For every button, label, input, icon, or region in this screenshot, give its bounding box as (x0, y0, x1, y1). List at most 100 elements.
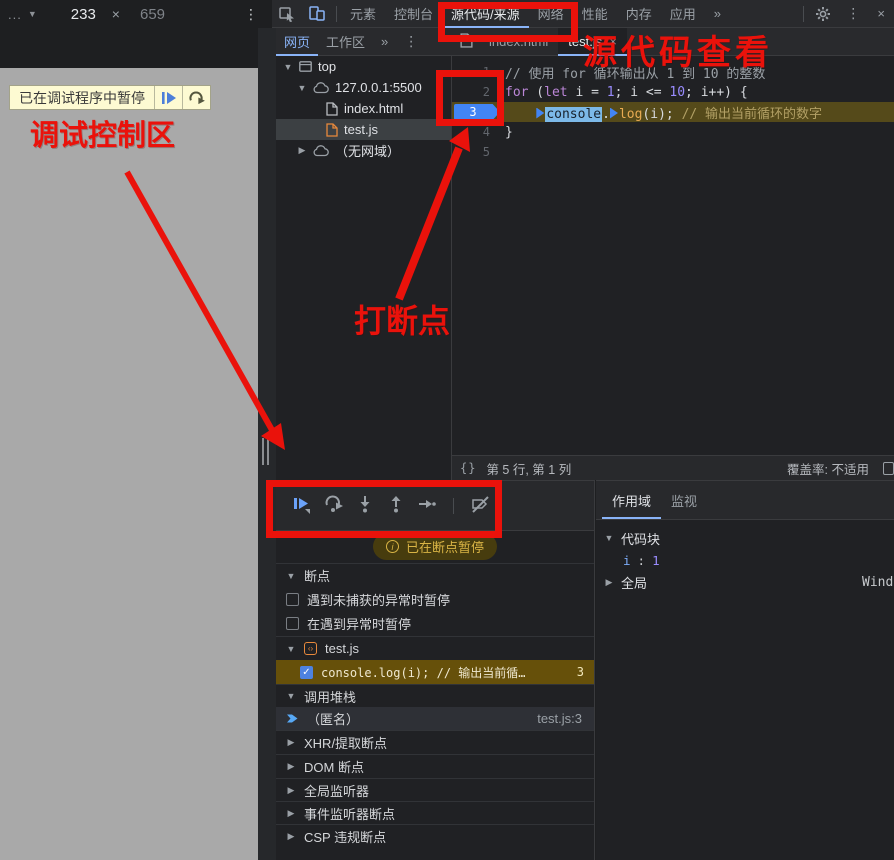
devtools-menu-icon[interactable]: ⋮ (838, 5, 868, 22)
current-frame-icon (287, 714, 298, 723)
code-text: ; i <= (614, 84, 670, 100)
step-target-icon[interactable] (536, 107, 545, 119)
sidebar-menu-icon[interactable]: ⋮ (396, 33, 426, 50)
browser-menu-icon[interactable]: ⋮ (244, 6, 258, 23)
editor-status-bar: {} 第 5 行, 第 1 列 覆盖率: 不适用 (452, 455, 894, 480)
coverage-label: 覆盖率: 不适用 (787, 462, 869, 477)
devtools-close-button[interactable]: × (868, 0, 894, 28)
scope-variable-row[interactable]: i: 1 (596, 549, 894, 571)
overlay-resume-button[interactable] (154, 86, 182, 109)
resume-icon (161, 91, 176, 104)
chevron-right-icon[interactable]: ▶ (297, 145, 307, 156)
section-breakpoints[interactable]: ▼ 断点 (276, 563, 594, 587)
toolbar-divider (336, 5, 337, 22)
chevron-down-icon[interactable]: ▼ (283, 62, 293, 72)
code-line-2: 2 for (let i = 1; i <= 10; i++) { (452, 82, 894, 102)
tab-page[interactable]: 网页 (276, 28, 319, 56)
code-line-4: 4 } (452, 122, 894, 142)
tree-item-test-js[interactable]: test.js (276, 119, 451, 140)
browser-tab-active[interactable]: 233 (71, 6, 96, 23)
code-evaluated-token: console (545, 106, 603, 122)
breakpoint-line-number: 3 (576, 665, 584, 679)
code-text: } (505, 124, 513, 140)
chevron-down-icon[interactable]: ▼ (297, 83, 307, 93)
scope-section-title: 代码块 (621, 531, 661, 547)
tab-performance[interactable]: 性能 (573, 0, 617, 28)
tab-elements[interactable]: 元素 (341, 0, 385, 28)
chevron-right-icon: ▶ (287, 737, 295, 747)
gutter-line-number[interactable]: 5 (452, 145, 505, 159)
call-stack-frame-row[interactable]: （匿名） test.js:3 (276, 707, 594, 730)
sources-sidebar-tabs: 网页 工作区 » ⋮ (276, 28, 452, 56)
code-editor[interactable]: 1 // 使用 for 循环输出从 1 到 10 的整数 2 for (let … (452, 56, 894, 455)
tab-scope[interactable]: 作用域 (602, 483, 662, 519)
section-event-listener-breakpoints[interactable]: ▶ 事件监听器断点 (276, 801, 594, 824)
code-text: ( (528, 84, 545, 100)
pause-caught-exceptions-row: 在遇到异常时暂停 (276, 611, 594, 635)
checkbox-checked[interactable]: ✓ (300, 665, 313, 679)
chevron-down-icon[interactable]: ▼ (28, 9, 37, 19)
tree-item-label: test.js (344, 122, 378, 137)
settings-button[interactable] (808, 6, 838, 22)
tab-console[interactable]: 控制台 (385, 0, 442, 28)
breakpoint-file-label: test.js (325, 641, 359, 656)
scope-block-section[interactable]: ▼ 代码块 (596, 527, 894, 549)
scope-global-section[interactable]: ▶ 全局 Wind (596, 571, 894, 593)
section-title: 全局监听器 (304, 783, 370, 799)
browser-tab-inactive[interactable]: 659 (140, 6, 165, 23)
pause-uncaught-exceptions-row: 遇到未捕获的异常时暂停 (276, 587, 594, 611)
sidebar-more-tabs-button[interactable]: » (373, 28, 396, 56)
breakpoint-file-group[interactable]: ▼ ‹› test.js (276, 636, 594, 660)
cursor-position-label: 第 5 行, 第 1 列 (486, 462, 572, 477)
section-title: XHR/提取断点 (304, 736, 388, 751)
section-title: CSP 违规断点 (304, 830, 387, 845)
frame-location: test.js:3 (537, 711, 582, 726)
device-toolbar-button[interactable] (302, 6, 332, 21)
checkbox-unchecked[interactable] (286, 592, 299, 606)
tree-item-top[interactable]: ▼ top (276, 56, 451, 77)
more-tabs-button[interactable]: » (705, 0, 730, 28)
scope-section-title: 全局 (621, 575, 648, 591)
paused-overlay-label: 已在调试程序中暂停 (19, 89, 145, 106)
code-keyword: let (544, 84, 568, 100)
tab-watch[interactable]: 监视 (661, 483, 707, 519)
variable-value: 1 (652, 552, 660, 568)
tab-workspace[interactable]: 工作区 (318, 28, 373, 56)
breakpoint-code-snippet: console.log(i); // 输出当前循… (321, 665, 526, 680)
tab-application[interactable]: 应用 (661, 0, 705, 28)
section-global-listeners[interactable]: ▶ 全局监听器 (276, 778, 594, 801)
section-csp-violation-breakpoints[interactable]: ▶ CSP 违规断点 (276, 824, 594, 848)
code-number: 10 (669, 84, 686, 100)
step-over-icon (189, 90, 205, 104)
file-navigator-tree: ▼ top ▼ 127.0.0.1:5500 index.html test.j… (276, 56, 452, 480)
tab-close-icon[interactable]: × (112, 6, 120, 22)
panel-drag-handle[interactable] (262, 438, 269, 465)
section-title: 断点 (304, 569, 331, 584)
inspect-element-button[interactable] (272, 6, 302, 22)
variable-separator: : (637, 552, 646, 568)
chevron-down-icon: ▼ (604, 533, 614, 543)
step-target-icon[interactable] (609, 107, 618, 119)
chevron-right-icon: ▶ (287, 807, 295, 818)
checkbox-unchecked[interactable] (286, 616, 299, 630)
browser-tab-strip: ... ▼ 233 × 659 ⋮ (0, 0, 272, 28)
annotation-box-breakpoint-marker (436, 70, 504, 126)
code-number: 1 (606, 84, 615, 100)
section-xhr-breakpoints[interactable]: ▶ XHR/提取断点 (276, 730, 594, 754)
cloud-icon (313, 144, 329, 156)
breakpoint-entry-row[interactable]: ✓ console.log(i); // 输出当前循… 3 (276, 660, 594, 684)
tab-overflow-button[interactable]: ... (8, 7, 22, 22)
tree-item-index-html[interactable]: index.html (276, 98, 451, 119)
tree-item-no-domain[interactable]: ▶ （无网域） (276, 140, 451, 161)
tab-memory[interactable]: 内存 (617, 0, 661, 28)
chevron-down-icon: ▼ (286, 643, 296, 654)
chevron-down-icon: ▼ (286, 691, 296, 701)
section-call-stack[interactable]: ▼ 调用堆栈 (276, 684, 594, 707)
overlay-step-over-button[interactable] (182, 86, 210, 109)
pretty-print-icon[interactable]: {} (460, 461, 476, 475)
annotation-label-set-breakpoint: 打断点 (354, 303, 451, 339)
section-dom-breakpoints[interactable]: ▶ DOM 断点 (276, 754, 594, 778)
gutter-line-number[interactable]: 4 (452, 125, 505, 139)
code-line-3-paused: 3 console. log(i); // 输出当前循环的数字 (452, 102, 894, 122)
tree-item-host[interactable]: ▼ 127.0.0.1:5500 (276, 77, 451, 98)
